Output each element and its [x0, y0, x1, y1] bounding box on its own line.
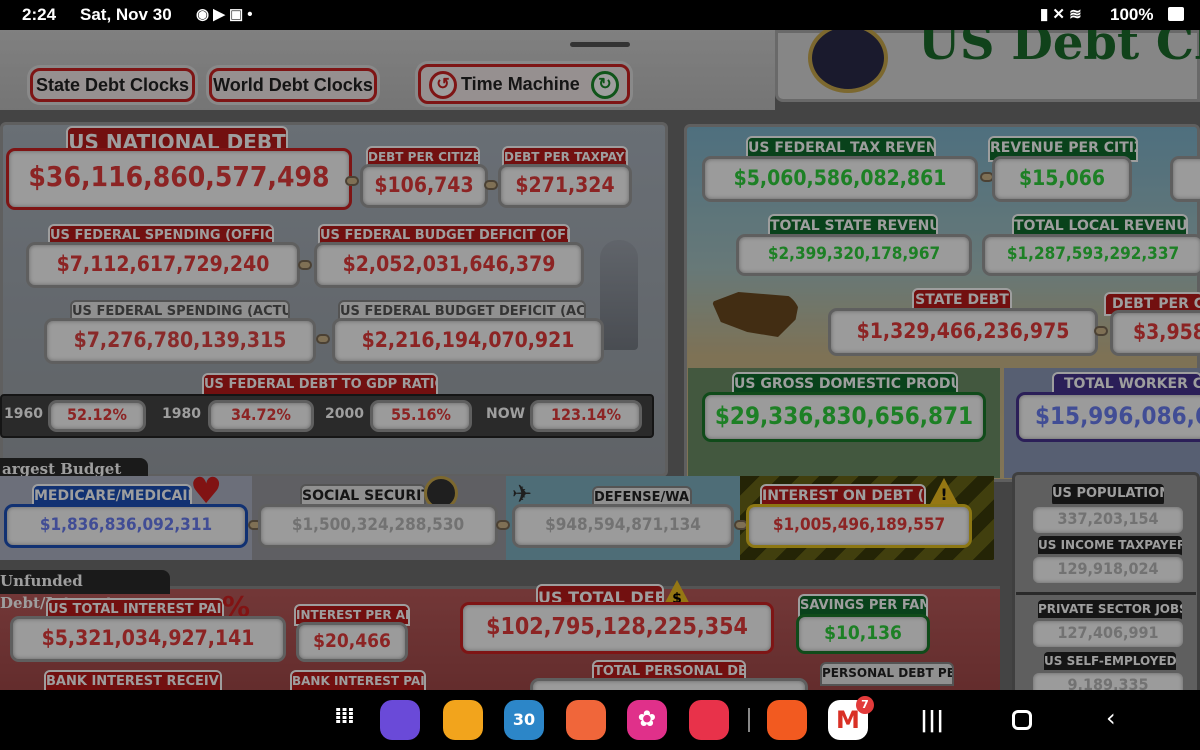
interest-value: $1,005,496,189,557 [746, 504, 972, 548]
status-bar: 2:24 Sat, Nov 30 ◉ ▶ ▣ • ▮ ✕ ≋ 100% [0, 0, 1200, 30]
world-debt-clocks-button[interactable]: World Debt Clocks [209, 68, 377, 102]
deficit-actual-value: $2,216,194,070,921 [332, 318, 604, 364]
app-drawer-icon[interactable]: ⁞⁞⁞ [334, 704, 355, 729]
state-revenue-value: $2,399,320,178,967 [736, 234, 972, 276]
capitol-icon [600, 240, 638, 350]
ratio-year-1980: 1980 [162, 406, 201, 422]
system-icons: ▮ ✕ ≋ [1040, 6, 1082, 23]
defense-value: $948,594,871,134 [512, 504, 734, 548]
battery-level: 100% [1110, 5, 1154, 24]
ratio-value-2000: 55.16% [370, 400, 472, 432]
time-machine-button[interactable]: ↺ Time Machine ↻ [418, 64, 630, 104]
internet-app-icon[interactable] [380, 700, 420, 740]
personal-debt-per-cit-label: PERSONAL DEBT PER CIT. [820, 662, 954, 686]
population-label: US POPULATION [1052, 484, 1164, 506]
gdp-value: $29,336,830,656,871 [702, 392, 986, 442]
contacts-app-icon[interactable] [566, 700, 606, 740]
rewind-icon[interactable]: ↺ [429, 71, 457, 99]
ratio-year-now: NOW [486, 406, 526, 422]
ratio-year-1960: 1960 [4, 406, 43, 422]
medicare-value: $1,836,836,092,311 [4, 504, 248, 548]
offscreen-box [1170, 156, 1200, 202]
forward-icon[interactable]: ↻ [591, 71, 619, 99]
bank-interest-received-label: BANK INTEREST RECEIVED [44, 670, 222, 690]
battery-icon [1168, 7, 1184, 21]
unfunded-title: Unfunded Debt/Interest [0, 570, 170, 612]
state-debt-clocks-button[interactable]: State Debt Clocks [30, 68, 195, 102]
chain-link [1094, 326, 1108, 336]
ratio-value-1980: 34.72% [208, 400, 314, 432]
deficit-official-value: $2,052,031,646,379 [314, 242, 584, 288]
ratio-value-1960: 52.12% [48, 400, 146, 432]
seal-icon [808, 30, 888, 93]
recent-apps-icon[interactable]: ||| [920, 708, 944, 733]
time-machine-label: Time Machine [461, 74, 580, 94]
interest-per-adult-value: $20,466 [296, 622, 408, 662]
logo-panel: US Debt Clo [775, 30, 1200, 102]
chain-link [496, 520, 510, 530]
total-personal-debt-value [530, 678, 808, 690]
ratio-value-now: 123.14% [530, 400, 642, 432]
spending-actual-value: $7,276,780,139,315 [44, 318, 316, 364]
gmail-badge: 7 [856, 696, 874, 714]
ss-value: $1,500,324,288,530 [258, 504, 498, 548]
camera-app-icon[interactable] [689, 700, 729, 740]
interest-paid-value: $5,321,034,927,141 [10, 616, 286, 662]
ratio-year-2000: 2000 [325, 406, 364, 422]
state-debt-value: $1,329,466,236,975 [828, 308, 1098, 356]
self-employed-value: 9,189,335 [1030, 670, 1186, 690]
gallery-app-icon[interactable]: ✿ [627, 700, 667, 740]
dock-divider [748, 708, 750, 732]
bank-interest-paid-label: BANK INTEREST PAID [290, 670, 426, 690]
debt-per-citizen-value: $106,743 [360, 164, 488, 208]
total-debt-value: $102,795,128,225,354 [460, 602, 774, 654]
chain-link [484, 180, 498, 190]
chain-link [345, 176, 359, 186]
drag-handle[interactable] [570, 42, 630, 47]
private-jobs-value: 127,406,991 [1030, 618, 1186, 650]
national-debt-value: $36,116,860,577,498 [6, 148, 352, 210]
jet-icon: ✈ [512, 480, 533, 508]
calendar-app-icon[interactable]: 30 [504, 700, 544, 740]
tax-revenue-value: $5,060,586,082,861 [702, 156, 978, 202]
debt-clock-page: State Debt Clocks World Debt Clocks ↺ Ti… [0, 30, 1200, 690]
population-value: 337,203,154 [1030, 504, 1186, 536]
notification-icons: ◉ ▶ ▣ • [196, 6, 253, 23]
spending-official-value: $7,112,617,729,240 [26, 242, 300, 288]
debt-per-citi-value: $3,958 [1110, 310, 1200, 356]
worker-comp-value: $15,996,086,6 [1016, 392, 1200, 442]
chain-link [298, 260, 312, 270]
debt-per-taxpayer-value: $271,324 [498, 164, 632, 208]
brave-browser-icon[interactable] [767, 700, 807, 740]
home-icon[interactable] [1012, 710, 1032, 730]
chain-link [316, 334, 330, 344]
savings-per-family-value: $10,136 [796, 614, 930, 654]
site-logo-text: US Debt Clo [918, 30, 1200, 71]
back-icon[interactable]: ‹ [1106, 704, 1116, 732]
revenue-per-citizen-value: $15,066 [992, 156, 1132, 202]
files-app-icon[interactable] [443, 700, 483, 740]
divider [1016, 592, 1196, 595]
income-taxpayers-value: 129,918,024 [1030, 554, 1186, 586]
local-revenue-value: $1,287,593,292,337 [982, 234, 1200, 276]
clock-date: Sat, Nov 30 [80, 5, 172, 24]
clock-time: 2:24 [22, 5, 57, 24]
